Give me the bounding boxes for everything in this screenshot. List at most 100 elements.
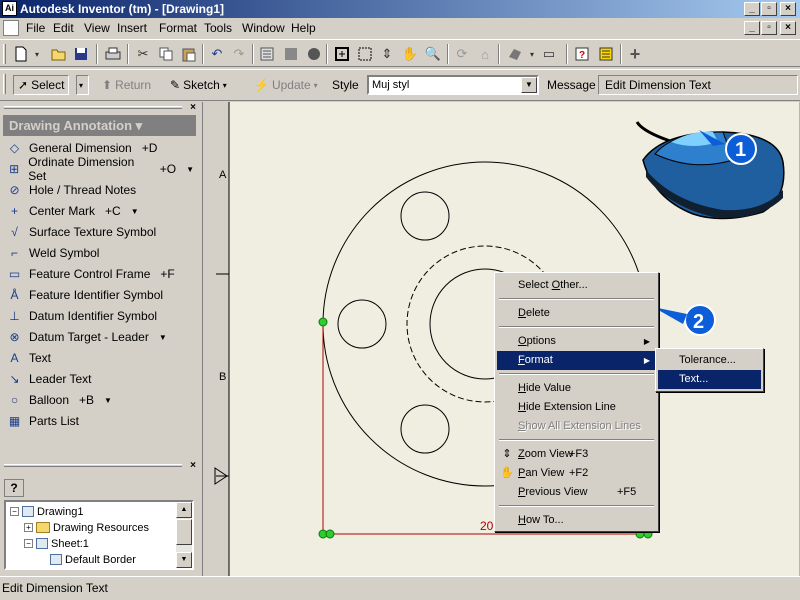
toolbar-gripper[interactable] bbox=[3, 74, 6, 94]
update-dropdown-icon[interactable]: ▾ bbox=[314, 81, 318, 90]
help-topics-icon[interactable]: ? bbox=[573, 45, 591, 63]
collapse-icon[interactable]: − bbox=[10, 507, 19, 516]
tool-hole-thread[interactable]: ⊘ Hole / Thread Notes bbox=[6, 180, 194, 200]
doc-minimize-button[interactable]: _ bbox=[744, 21, 760, 35]
select-dropdown-icon[interactable]: ▾ bbox=[76, 75, 89, 95]
display-mode-icon[interactable] bbox=[506, 45, 524, 63]
browser-scrollbar[interactable]: ▲ ▼ bbox=[176, 502, 192, 568]
scroll-up-icon[interactable]: ▲ bbox=[176, 502, 192, 518]
tool-parts-list[interactable]: ▦ Parts List bbox=[6, 411, 194, 431]
whats-this-icon[interactable] bbox=[597, 45, 615, 63]
tree-node[interactable]: + Drawing Resources bbox=[24, 520, 149, 535]
redo-icon[interactable]: ↷ bbox=[230, 45, 248, 63]
menu-item-select-other[interactable]: Select Other... bbox=[497, 276, 656, 295]
add-icon[interactable]: + bbox=[626, 44, 644, 64]
tool-weld-symbol[interactable]: ⌐ Weld Symbol bbox=[6, 243, 194, 263]
tool-text[interactable]: A Text bbox=[6, 348, 194, 368]
menu-item-options[interactable]: Options ▶ bbox=[497, 332, 656, 351]
expand-icon[interactable]: + bbox=[24, 523, 33, 532]
rotate-icon[interactable]: ⟳ bbox=[453, 45, 471, 63]
tool-center-mark[interactable]: + Center Mark +C ▼ bbox=[6, 201, 194, 221]
tree-node[interactable]: − Drawing1 bbox=[10, 504, 83, 519]
select-button[interactable]: ➚ Select bbox=[13, 75, 70, 95]
zoom-icon[interactable]: ⇕ bbox=[378, 45, 396, 63]
grip-point[interactable] bbox=[325, 529, 335, 539]
new-dropdown-icon[interactable]: ▾ bbox=[32, 45, 42, 63]
update-button[interactable]: ⚡ Update ▾ bbox=[254, 75, 318, 95]
tool-feature-identifier[interactable]: Å Feature Identifier Symbol bbox=[6, 285, 194, 305]
tool-surface-texture[interactable]: √ Surface Texture Symbol bbox=[6, 222, 194, 242]
menu-item-previous-view[interactable]: Previous View +F5 bbox=[497, 483, 656, 502]
tool-dropdown-icon[interactable]: ▼ bbox=[186, 165, 194, 174]
undo-icon[interactable]: ↶ bbox=[208, 45, 226, 63]
close-button[interactable]: × bbox=[780, 2, 796, 16]
tool-balloon[interactable]: ○ Balloon +B ▼ bbox=[6, 390, 194, 410]
new-icon[interactable] bbox=[12, 45, 30, 63]
sphere-icon[interactable] bbox=[305, 45, 323, 63]
paste-icon[interactable] bbox=[180, 45, 198, 63]
menu-item-pan-view[interactable]: ✋ Pan View +F2 bbox=[497, 464, 656, 483]
doc-restore-button[interactable]: ▫ bbox=[761, 21, 777, 35]
menu-item-how-to[interactable]: How To... bbox=[497, 511, 656, 530]
save-icon[interactable] bbox=[72, 45, 90, 63]
minimize-button[interactable]: _ bbox=[744, 2, 760, 16]
submenu-item-tolerance[interactable]: Tolerance... bbox=[658, 351, 761, 370]
dimension-text[interactable]: 20 bbox=[480, 519, 494, 533]
camera-icon[interactable]: ▭ bbox=[540, 45, 558, 63]
menu-window[interactable]: Window bbox=[242, 21, 285, 35]
display-mode-dropdown-icon[interactable]: ▾ bbox=[527, 45, 537, 63]
return-button[interactable]: ⬆ Return bbox=[102, 75, 151, 95]
open-icon[interactable] bbox=[50, 45, 68, 63]
tool-datum-target[interactable]: ⊗ Datum Target - Leader ▼ bbox=[6, 327, 194, 347]
panel-bar-gripper[interactable] bbox=[4, 106, 182, 109]
menu-format[interactable]: Format bbox=[159, 21, 197, 35]
panel-title[interactable]: Drawing Annotation ▾ bbox=[3, 115, 196, 136]
menu-item-show-all-extension-lines[interactable]: Show All Extension Lines bbox=[497, 417, 656, 436]
panel-bar-close-icon[interactable]: × bbox=[190, 102, 196, 113]
submenu-item-text[interactable]: Text... bbox=[658, 370, 761, 389]
pan-icon[interactable]: ✋ bbox=[401, 45, 419, 63]
parameters-icon[interactable] bbox=[258, 45, 276, 63]
print-icon[interactable] bbox=[104, 45, 122, 63]
tree-node[interactable]: − Sheet:1 bbox=[24, 536, 89, 551]
menu-item-zoom-view[interactable]: ⇕ Zoom View +F3 bbox=[497, 445, 656, 464]
doc-close-button[interactable]: × bbox=[780, 21, 796, 35]
copy-icon[interactable] bbox=[157, 45, 175, 63]
sketch-button[interactable]: ✎ Sketch ▾ bbox=[170, 75, 227, 95]
document-icon[interactable] bbox=[3, 20, 19, 36]
app-icon[interactable]: Ai bbox=[2, 1, 17, 16]
zoom-window-icon[interactable] bbox=[356, 45, 374, 63]
style-dropdown-icon[interactable]: ▼ bbox=[521, 77, 537, 93]
style-combo[interactable]: Muj styl ▼ bbox=[367, 75, 539, 95]
cut-icon[interactable]: ✂ bbox=[134, 45, 152, 63]
zoom-selected-icon[interactable]: 🔍 bbox=[424, 45, 442, 63]
browser-close-icon[interactable]: × bbox=[190, 460, 196, 471]
toolbar-gripper[interactable] bbox=[3, 44, 6, 64]
sketch-dropdown-icon[interactable]: ▾ bbox=[223, 81, 227, 90]
menu-help[interactable]: Help bbox=[291, 21, 316, 35]
tool-ordinate-dimension[interactable]: ⊞ Ordinate Dimension Set +O ▼ bbox=[6, 155, 194, 183]
menu-view[interactable]: View bbox=[84, 21, 110, 35]
maximize-button[interactable]: ▫ bbox=[761, 2, 777, 16]
tool-leader-text[interactable]: ↘ Leader Text bbox=[6, 369, 194, 389]
grip-point[interactable] bbox=[318, 317, 328, 327]
menu-item-hide-value[interactable]: Hide Value bbox=[497, 379, 656, 398]
zoom-all-icon[interactable] bbox=[333, 45, 351, 63]
scroll-thumb[interactable] bbox=[176, 519, 192, 545]
tool-dropdown-icon[interactable]: ▼ bbox=[131, 207, 139, 216]
browser-help-button[interactable]: ? bbox=[4, 479, 24, 497]
collapse-icon[interactable]: − bbox=[24, 539, 33, 548]
tool-datum-identifier[interactable]: ⊥ Datum Identifier Symbol bbox=[6, 306, 194, 326]
menu-insert[interactable]: Insert bbox=[117, 21, 147, 35]
menu-item-hide-extension-line[interactable]: Hide Extension Line bbox=[497, 398, 656, 417]
menu-edit[interactable]: Edit bbox=[53, 21, 74, 35]
menu-item-format[interactable]: Format ▶ bbox=[497, 351, 656, 370]
scroll-down-icon[interactable]: ▼ bbox=[176, 552, 192, 568]
menu-tools[interactable]: Tools bbox=[204, 21, 232, 35]
browser-gripper[interactable] bbox=[4, 464, 182, 467]
shading-icon[interactable] bbox=[282, 45, 300, 63]
tool-feature-control-frame[interactable]: ▭ Feature Control Frame +F bbox=[6, 264, 194, 284]
tree-node[interactable]: Default Border bbox=[38, 552, 136, 567]
look-at-icon[interactable]: ⌂ bbox=[476, 45, 494, 63]
tool-dropdown-icon[interactable]: ▼ bbox=[159, 333, 167, 342]
